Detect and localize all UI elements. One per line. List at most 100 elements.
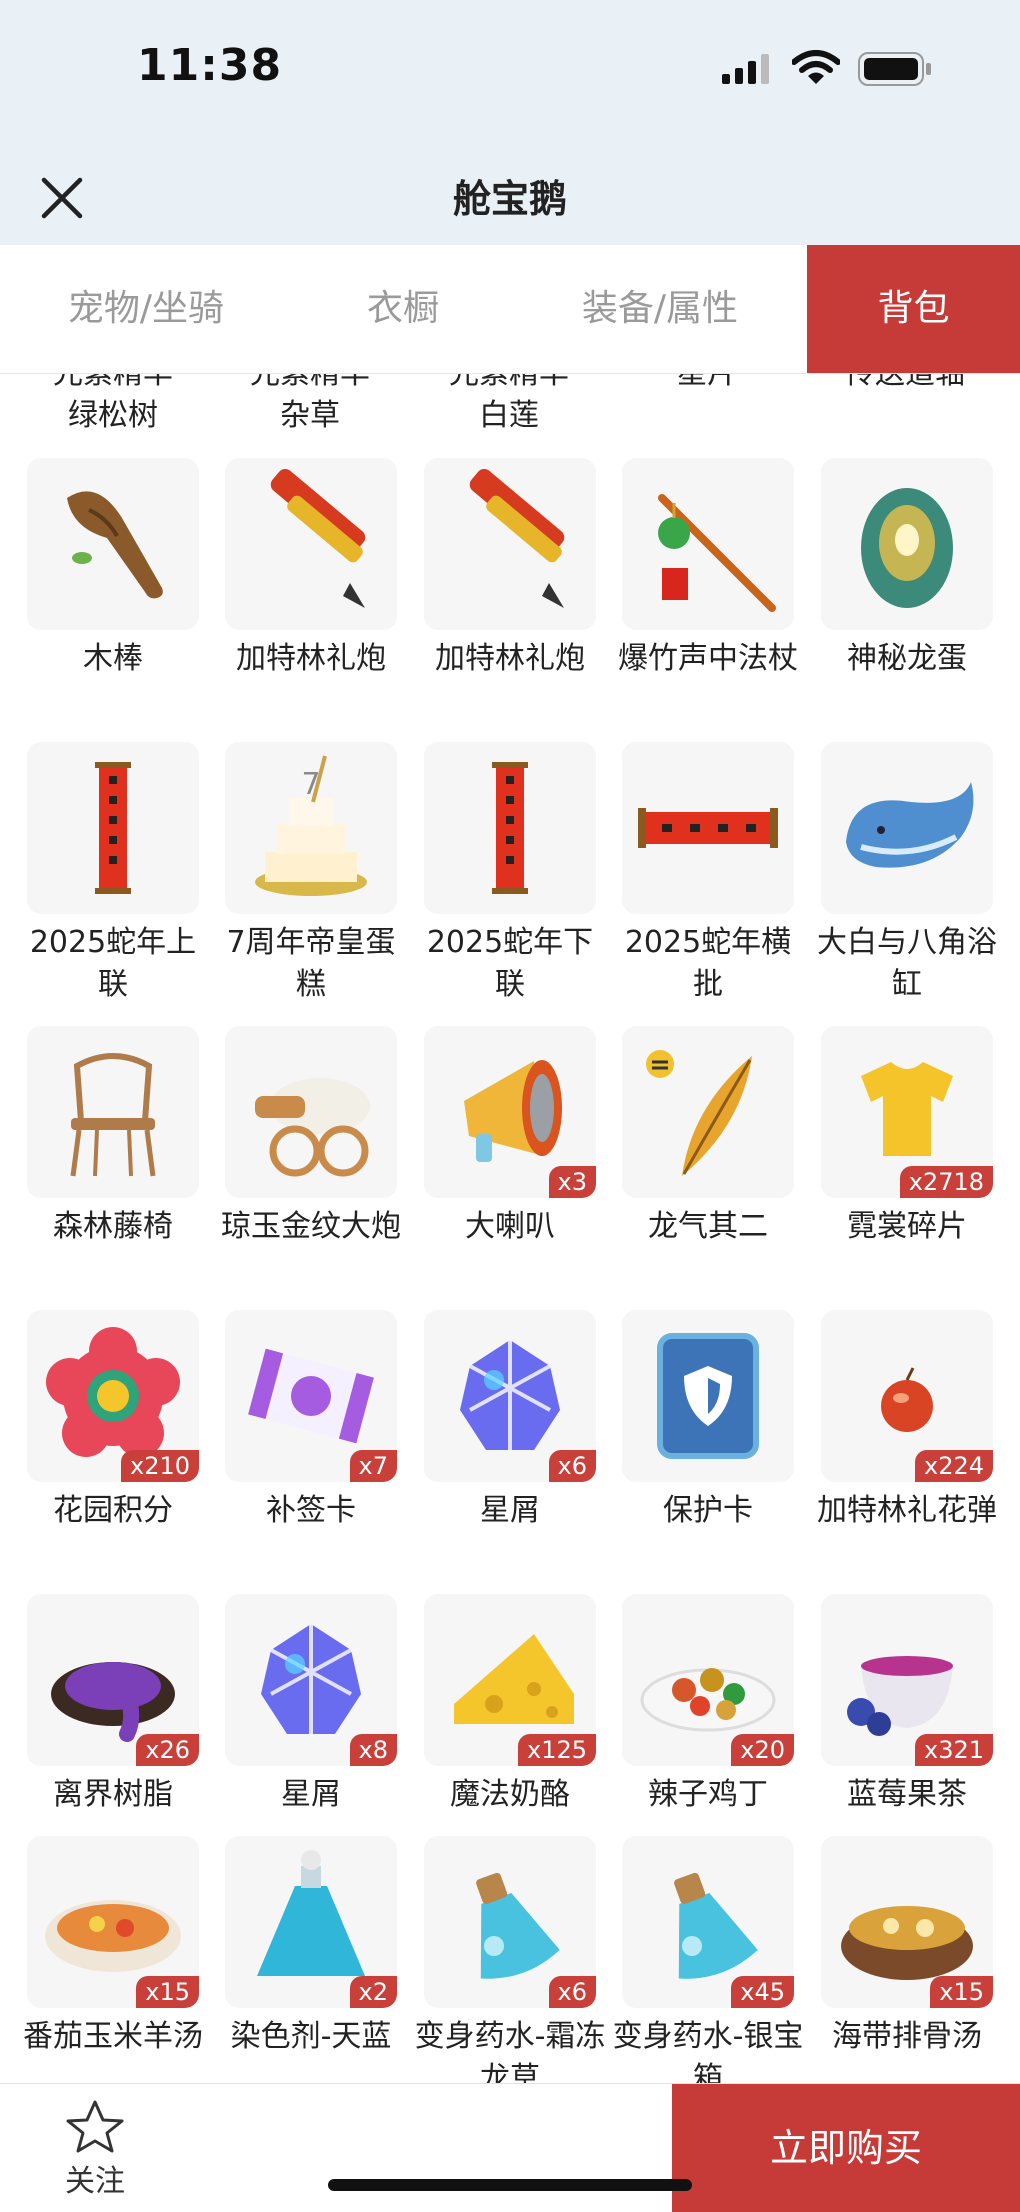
item-count-badge: x6 <box>548 1450 596 1482</box>
item-thumbnail[interactable] <box>821 742 993 914</box>
item-thumbnail[interactable] <box>27 1026 199 1198</box>
item-thumbnail[interactable]: x6 <box>424 1836 596 2008</box>
item-thumbnail[interactable] <box>424 458 596 630</box>
item-thumbnail[interactable]: x20 <box>622 1594 794 1766</box>
item-name: 保护卡 <box>663 1493 753 1528</box>
anniversary-cake-icon: 7 <box>255 755 367 896</box>
item-thumbnail[interactable]: x125 <box>424 1594 596 1766</box>
item-name: 2025蛇年横批 <box>624 925 792 1002</box>
status-bar: 11:38 <box>0 0 1020 150</box>
item-count-badge: x210 <box>120 1450 199 1482</box>
item-thumbnail[interactable]: x15 <box>27 1836 199 2008</box>
item-name: 番茄玉米羊汤 <box>23 2019 203 2054</box>
item-name: 花园积分 <box>53 1493 173 1528</box>
item-thumbnail[interactable]: x3 <box>424 1026 596 1198</box>
item-name: 7周年帝皇蛋糕 <box>226 925 396 1002</box>
item-thumbnail[interactable] <box>27 742 199 914</box>
item-name: 大白与八角浴缸 <box>817 925 997 1002</box>
item-name: 海带排骨汤 <box>832 2019 982 2054</box>
item-thumbnail[interactable]: x6 <box>424 1310 596 1482</box>
item-count-badge: x20 <box>731 1734 794 1766</box>
item-name: 森林藤椅 <box>53 1209 173 1244</box>
item-count-badge: x8 <box>349 1734 397 1766</box>
item-name: 神秘龙蛋 <box>847 641 967 676</box>
item-name: 大喇叭 <box>465 1209 555 1244</box>
item-thumbnail[interactable] <box>225 1026 397 1198</box>
item-thumbnail[interactable]: 7 <box>225 742 397 914</box>
item-name: 木棒 <box>83 641 143 676</box>
partial-item-label: 绿松树 <box>68 398 158 433</box>
wifi-icon <box>792 50 840 84</box>
navigation-bar: 舱宝鹅 <box>0 150 1020 245</box>
item-count-badge: x45 <box>731 1976 794 2008</box>
couplet-scroll-icon <box>492 762 528 894</box>
partial-item-label: 光素精华 <box>250 373 370 391</box>
tab-equipment-attributes[interactable]: 装备/属性 <box>514 245 806 373</box>
item-thumbnail[interactable] <box>424 742 596 914</box>
item-thumbnail[interactable]: x15 <box>821 1836 993 2008</box>
backpack-item-grid[interactable]: 光素精华 绿松树 光素精华 杂草 光素精华 白莲 星片 传送道轴 木棒 加特林礼炮… <box>0 373 1020 2083</box>
item-count-badge: x26 <box>136 1734 199 1766</box>
item-thumbnail[interactable] <box>821 458 993 630</box>
follow-label: 关注 <box>65 2164 125 2199</box>
item-name: 龙气其二 <box>648 1209 768 1244</box>
item-thumbnail[interactable]: x210 <box>27 1310 199 1482</box>
item-thumbnail[interactable]: x2718 <box>821 1026 993 1198</box>
item-thumbnail[interactable]: x8 <box>225 1594 397 1766</box>
page-title: 舱宝鹅 <box>452 177 567 221</box>
item-thumbnail[interactable]: x26 <box>27 1594 199 1766</box>
item-name: 霓裳碎片 <box>847 1209 967 1244</box>
item-thumbnail[interactable]: x224 <box>821 1310 993 1482</box>
home-indicator <box>328 2179 692 2191</box>
item-thumbnail[interactable] <box>622 742 794 914</box>
item-name: 染色剂-天蓝 <box>230 2019 392 2054</box>
couplet-scroll-icon <box>95 762 131 894</box>
item-name: 星屑 <box>281 1777 341 1812</box>
item-name: 2025蛇年下联 <box>426 925 594 1002</box>
item-thumbnail[interactable] <box>225 458 397 630</box>
item-thumbnail[interactable] <box>27 458 199 630</box>
item-name: 星屑 <box>480 1493 540 1528</box>
category-tabs: 宠物/坐骑 衣橱 装备/属性 背包 <box>0 245 1020 374</box>
item-name: 加特林礼炮 <box>236 641 386 676</box>
item-name: 变身药水-银宝箱 <box>612 2019 804 2083</box>
partial-item-label: 星片 <box>677 373 737 391</box>
buy-now-button[interactable]: 立即购买 <box>672 2084 1020 2212</box>
wooden-club-icon <box>67 491 163 599</box>
item-thumbnail[interactable] <box>622 1026 794 1198</box>
item-count-badge: x224 <box>914 1450 993 1482</box>
tab-backpack[interactable]: 背包 <box>807 245 1020 373</box>
partial-item-label: 白莲 <box>479 398 539 433</box>
item-count-badge: x7 <box>349 1450 397 1482</box>
status-time: 11:38 <box>137 40 283 91</box>
whale-bathtub-icon <box>846 782 974 868</box>
item-thumbnail[interactable]: x7 <box>225 1310 397 1482</box>
item-thumbnail[interactable]: x2 <box>225 1836 397 2008</box>
item-name: 加特林礼花弹 <box>817 1493 997 1528</box>
item-count-badge: x6 <box>548 1976 596 2008</box>
item-name: 补签卡 <box>266 1493 356 1528</box>
battery-icon <box>858 52 931 86</box>
item-count-badge: x2 <box>349 1976 397 2008</box>
partial-item-label: 光素精华 <box>449 373 569 391</box>
shield-card-icon <box>657 1333 759 1459</box>
item-name: 蓝莓果茶 <box>847 1777 967 1812</box>
star-icon <box>66 2100 124 2153</box>
item-thumbnail[interactable]: x45 <box>622 1836 794 2008</box>
item-thumbnail[interactable]: x321 <box>821 1594 993 1766</box>
dragon-aura-feather-icon <box>646 1050 752 1176</box>
gatling-salute-cannon-icon <box>469 468 565 608</box>
gatling-salute-cannon-icon <box>270 468 366 608</box>
item-thumbnail[interactable] <box>622 1310 794 1482</box>
rattan-chair-icon <box>70 1053 156 1177</box>
item-count-badge: x125 <box>517 1734 596 1766</box>
partial-item-label: 光素精华 <box>53 373 173 391</box>
tab-pets-mounts[interactable]: 宠物/坐骑 <box>0 245 292 373</box>
tab-wardrobe[interactable]: 衣橱 <box>292 245 514 373</box>
item-name: 琼玉金纹大炮 <box>221 1209 401 1244</box>
item-name: 离界树脂 <box>53 1777 173 1812</box>
follow-button[interactable]: 关注 <box>40 2098 150 2199</box>
item-thumbnail[interactable] <box>622 458 794 630</box>
item-count-badge: x2718 <box>899 1166 993 1198</box>
item-count-badge: x15 <box>136 1976 199 2008</box>
